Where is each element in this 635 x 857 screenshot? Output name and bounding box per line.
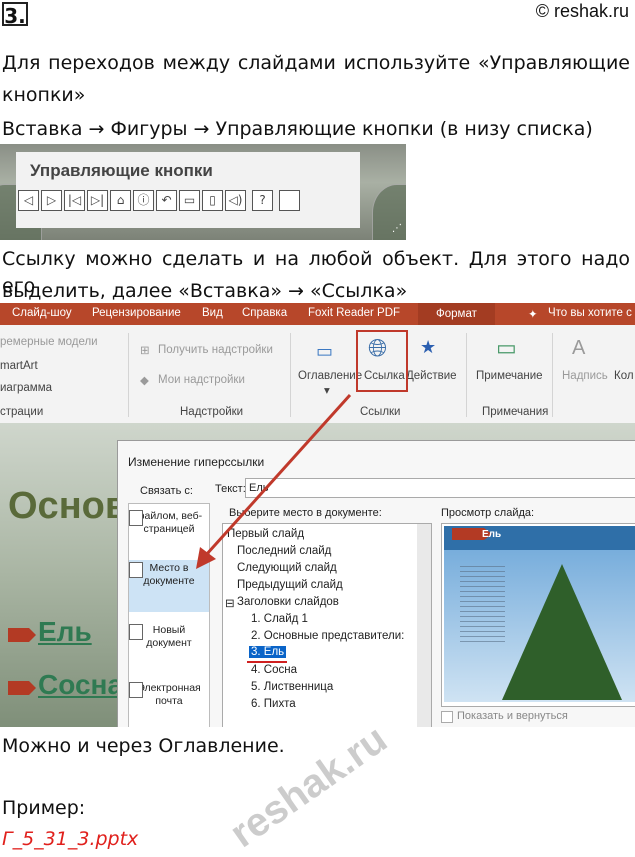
shapes-gallery: Управляющие кнопки ◁ ▷ |◁ ▷| ⌂ ⓘ ↶ ▭ ▯ ◁)? [16, 152, 360, 228]
action-button-shape-icon[interactable]: |◁ [64, 190, 85, 211]
action-button-shape-icon[interactable]: ▭ [179, 190, 200, 211]
action-button-shape-icon[interactable] [279, 190, 300, 211]
task-number: 3. [2, 2, 28, 28]
paragraph-2: Вставка → Фигуры → Управляющие кнопки (в… [2, 118, 593, 140]
action-button-shape-icon[interactable]: ◁ [18, 190, 39, 211]
paragraph-1-line-1: Для переходов между слайдами используйте… [2, 52, 630, 74]
powerpoint-screenshot: Слайд-шоу Рецензирование Вид Справка Fox… [0, 303, 635, 727]
example-label: Пример: [2, 797, 86, 819]
paragraph-1-line-2: кнопки» [2, 84, 86, 106]
action-button-shape-icon[interactable]: ◁) [225, 190, 246, 211]
action-button-shape-icon[interactable]: ▷| [87, 190, 108, 211]
red-arrow [196, 393, 352, 569]
action-button-shape-icon[interactable]: ↶ [156, 190, 177, 211]
action-buttons-panel: Управляющие кнопки ◁ ▷ |◁ ▷| ⌂ ⓘ ↶ ▭ ▯ ◁)? ⋰ [0, 144, 406, 240]
action-button-shape-icon[interactable]: ▯ [202, 190, 223, 211]
resize-grip-icon[interactable]: ⋰ [392, 223, 402, 234]
site-credit: © reshak.ru [535, 1, 629, 21]
action-buttons-row: ◁ ▷ |◁ ▷| ⌂ ⓘ ↶ ▭ ▯ ◁)? [18, 190, 300, 211]
action-button-shape-icon[interactable]: ⓘ [133, 190, 154, 211]
example-file-link[interactable]: Г_5_31_3.pptx [2, 826, 138, 853]
paragraph-4: Можно и через Оглавление. [2, 735, 285, 757]
action-button-shape-icon[interactable]: ⌂ [110, 190, 131, 211]
arrow-head [196, 547, 216, 569]
arrow-line [204, 393, 352, 557]
action-button-shape-icon[interactable]: ▷ [41, 190, 62, 211]
paragraph-3-line-2: выделить, далее «Вставка» → «Ссылка» [2, 280, 408, 302]
gallery-title: Управляющие кнопки [30, 161, 213, 180]
action-button-shape-icon[interactable]: ? [252, 190, 273, 211]
